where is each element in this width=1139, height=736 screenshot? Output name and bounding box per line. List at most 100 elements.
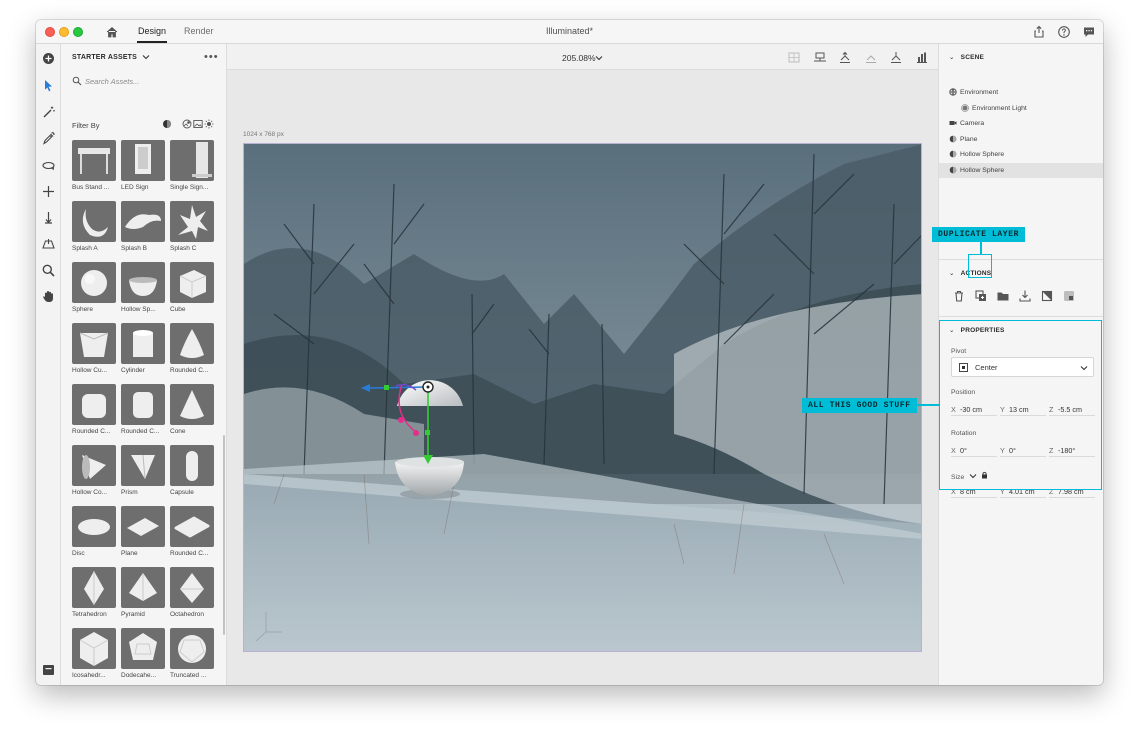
layer-item[interactable]: Plane [939, 132, 1103, 147]
chevron-down-icon [142, 55, 150, 60]
asset-thumbnail [72, 567, 116, 608]
asset-tile[interactable]: Rounded C... [170, 323, 214, 374]
asset-thumbnail [170, 445, 214, 486]
filter-by-label: Filter By [72, 121, 100, 130]
divider [939, 259, 1103, 260]
asset-tile[interactable]: Sphere [72, 262, 116, 313]
asset-tile[interactable]: Capsule [170, 445, 214, 496]
hand-icon[interactable] [41, 289, 56, 304]
asset-tile[interactable]: Rounded C... [170, 506, 214, 557]
layer-item[interactable]: Environment Light [939, 101, 1103, 116]
asset-tile[interactable]: Octahedron [170, 567, 214, 618]
asset-label: Cone [170, 428, 186, 435]
asset-tile[interactable]: Cylinder [121, 323, 165, 374]
layer-item[interactable]: Camera [939, 116, 1103, 131]
magic-wand-icon[interactable] [41, 105, 56, 120]
asset-thumbnail [72, 201, 116, 242]
layer-item[interactable]: Hollow Sphere [939, 147, 1103, 162]
asset-tile[interactable]: LED Sign [121, 140, 165, 191]
export-icon[interactable] [1018, 289, 1032, 303]
asset-tile[interactable]: Cube [170, 262, 214, 313]
assets-panel: STARTER ASSETS ••• Filter By Bus Stand .… [61, 44, 227, 685]
help-icon[interactable] [1057, 25, 1071, 39]
scene-section-header[interactable]: ⌄ SCENE [949, 53, 984, 61]
canvas-area: 205.08% 1024 x 768 px [227, 44, 938, 685]
drop-to-ground-icon[interactable] [838, 51, 852, 64]
feedback-icon[interactable] [1082, 25, 1096, 39]
stats-icon[interactable] [915, 51, 929, 64]
orbit-icon[interactable] [41, 158, 56, 173]
assets-header[interactable]: STARTER ASSETS [72, 54, 150, 61]
raise-icon[interactable] [889, 51, 903, 64]
callout-connector [916, 404, 939, 406]
environment-icon [949, 88, 957, 96]
move-icon[interactable] [41, 184, 56, 199]
layer-label: Environment [960, 89, 999, 96]
texture-filter-icon[interactable] [182, 119, 192, 129]
align-bottom-icon[interactable] [813, 51, 827, 64]
light-filter-icon[interactable] [204, 119, 214, 129]
duplicate-layer-highlight [968, 254, 992, 278]
divider [939, 316, 1103, 317]
share-icon[interactable] [1032, 25, 1046, 39]
asset-tile[interactable]: Disc [72, 506, 116, 557]
asset-tile[interactable]: Rounded C... [121, 384, 165, 435]
layer-label: Hollow Sphere [960, 167, 1005, 174]
group-folder-icon[interactable] [996, 289, 1010, 303]
asset-label: Splash C [170, 245, 197, 252]
object-icon [949, 135, 957, 143]
asset-tile[interactable]: Dodecahe... [121, 628, 165, 679]
eyedropper-icon[interactable] [41, 131, 56, 146]
asset-tile[interactable]: Plane [121, 506, 165, 557]
chevron-down-icon[interactable] [595, 54, 603, 62]
asset-tile[interactable]: Hollow Co... [72, 445, 116, 496]
asset-tile[interactable]: Single Sign... [170, 140, 214, 191]
layer-label: Environment Light [972, 105, 1027, 112]
asset-tile[interactable]: Truncated ... [170, 628, 214, 679]
asset-thumbnail [121, 384, 165, 425]
camera-icon [949, 121, 957, 125]
asset-tile[interactable]: Prism [121, 445, 165, 496]
library-icon[interactable] [41, 662, 56, 677]
search-input[interactable] [85, 75, 215, 88]
asset-thumbnail [121, 567, 165, 608]
asset-tile[interactable]: Tetrahedron [72, 567, 116, 618]
pan-plane-icon[interactable] [41, 236, 56, 251]
properties-highlight [939, 320, 1102, 490]
dolly-icon[interactable] [41, 210, 56, 225]
asset-thumbnail [121, 201, 165, 242]
assets-scrollbar[interactable] [222, 140, 226, 685]
chevron-down-icon: ⌄ [949, 270, 955, 277]
delete-icon[interactable] [952, 289, 966, 303]
asset-label: Prism [121, 489, 138, 496]
asset-thumbnail [170, 384, 214, 425]
asset-thumbnail [72, 140, 116, 181]
snap-icon[interactable] [864, 51, 878, 64]
asset-tile[interactable]: Splash C [170, 201, 214, 252]
asset-tile[interactable]: Pyramid [121, 567, 165, 618]
add-icon[interactable] [41, 51, 56, 66]
asset-tile[interactable]: Rounded C... [72, 384, 116, 435]
asset-tile[interactable]: Icosahedr... [72, 628, 116, 679]
select-tool-icon[interactable] [41, 78, 56, 93]
asset-tile[interactable]: Bus Stand ... [72, 140, 116, 191]
asset-tile[interactable]: Splash A [72, 201, 116, 252]
asset-thumbnail [72, 262, 116, 303]
hide-icon[interactable] [1040, 289, 1054, 303]
lock-layer-icon[interactable] [1062, 289, 1076, 303]
layer-item[interactable]: Environment [939, 85, 1103, 100]
layer-item[interactable]: Hollow Sphere [939, 163, 1103, 178]
image-filter-icon[interactable] [193, 119, 203, 129]
zoom-icon[interactable] [41, 263, 56, 278]
zoom-level[interactable]: 205.08% [562, 53, 596, 63]
duplicate-layer-icon[interactable] [974, 289, 988, 303]
asset-tile[interactable]: Hollow Sp... [121, 262, 165, 313]
scrollbar-thumb[interactable] [223, 435, 225, 635]
asset-tile[interactable]: Splash B [121, 201, 165, 252]
asset-label: Disc [72, 550, 85, 557]
material-filter-icon[interactable] [162, 119, 172, 129]
asset-tile[interactable]: Cone [170, 384, 214, 435]
more-options-button[interactable]: ••• [204, 51, 219, 63]
frame-icon[interactable] [787, 51, 801, 64]
asset-tile[interactable]: Hollow Cu... [72, 323, 116, 374]
